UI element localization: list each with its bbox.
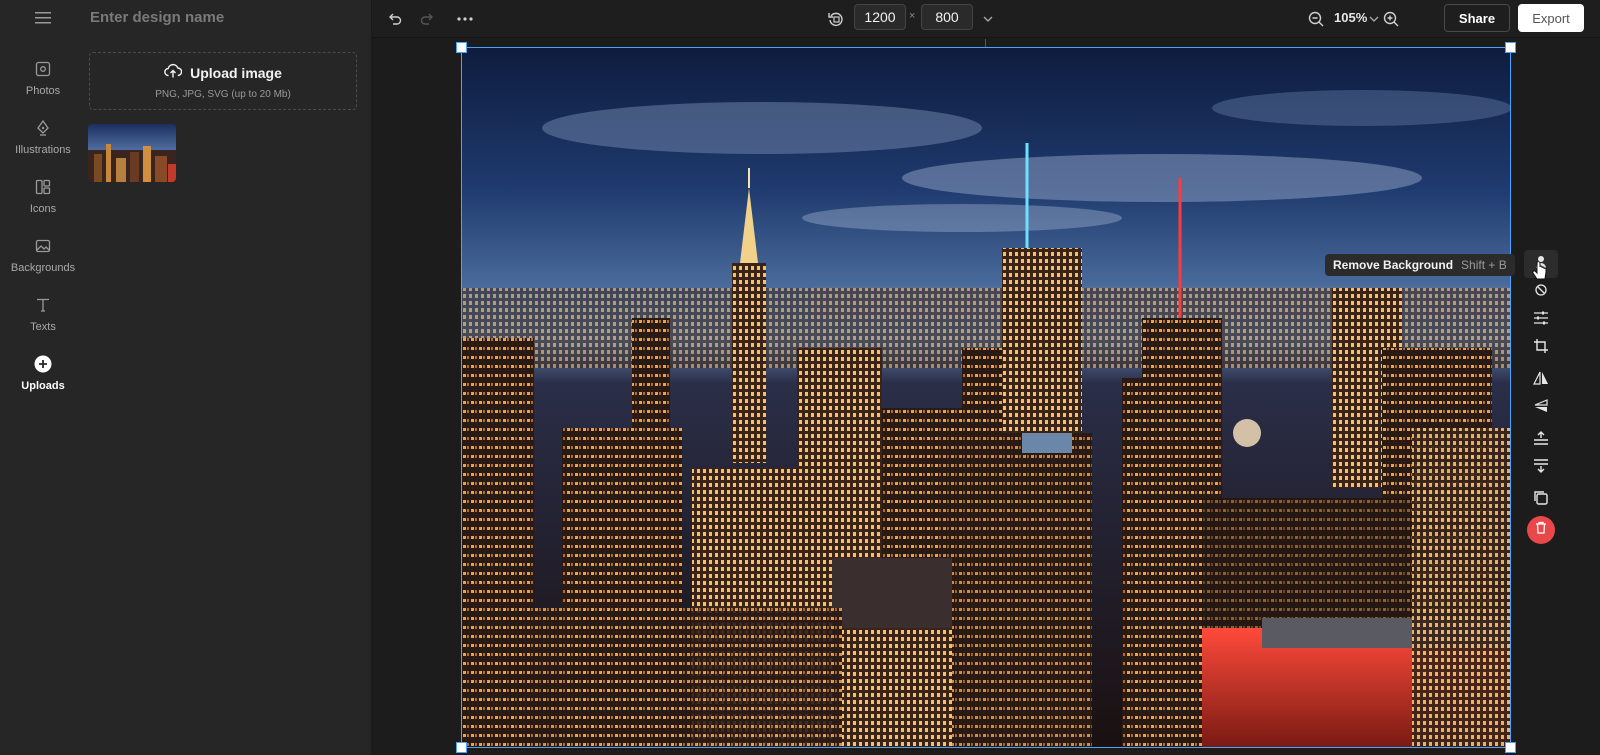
rotate-orientation-icon[interactable] bbox=[823, 6, 849, 32]
pen-nib-icon bbox=[32, 117, 54, 139]
flip-vertical-button[interactable] bbox=[1524, 394, 1558, 422]
cloud-upload-icon bbox=[164, 63, 183, 84]
flip-horizontal-icon bbox=[1533, 370, 1549, 391]
more-options-icon[interactable] bbox=[452, 6, 478, 32]
top-toolbar: × 105% Share Export bbox=[372, 0, 1600, 38]
zoom-out-icon[interactable] bbox=[1303, 6, 1329, 32]
zoom-in-icon[interactable] bbox=[1378, 6, 1404, 32]
uploads-panel: Upload image PNG, JPG, SVG (up to 20 Mb) bbox=[86, 0, 372, 755]
design-name-input[interactable] bbox=[90, 6, 360, 28]
image-icon bbox=[32, 235, 54, 257]
rail-item-backgrounds[interactable]: Backgrounds bbox=[0, 231, 86, 287]
shapes-icon bbox=[32, 176, 54, 198]
rail-item-icons[interactable]: Icons bbox=[0, 172, 86, 228]
upload-subtitle: PNG, JPG, SVG (up to 20 Mb) bbox=[155, 88, 291, 100]
crop-button[interactable] bbox=[1524, 334, 1558, 362]
resize-handle-bottom-left[interactable] bbox=[456, 742, 467, 753]
upload-title: Upload image bbox=[190, 65, 282, 81]
resize-handle-top-right[interactable] bbox=[1505, 42, 1516, 53]
rail-item-label: Illustrations bbox=[15, 144, 71, 156]
dimension-separator: × bbox=[909, 10, 916, 22]
rail-item-photos[interactable]: Photos bbox=[0, 54, 86, 110]
canvas-workspace bbox=[372, 39, 1600, 755]
hamburger-menu-icon[interactable] bbox=[33, 8, 53, 28]
center-guide-line bbox=[985, 39, 986, 47]
bring-forward-button[interactable] bbox=[1524, 426, 1558, 454]
photo-icon bbox=[32, 58, 54, 80]
hand-pointer-cursor-icon bbox=[1532, 261, 1548, 287]
tooltip-shortcut: Shift + B bbox=[1461, 258, 1507, 272]
canvas-height-input[interactable] bbox=[921, 4, 973, 30]
undo-icon[interactable] bbox=[382, 6, 408, 32]
rail-item-illustrations[interactable]: Illustrations bbox=[0, 113, 86, 169]
trash-icon bbox=[1535, 521, 1547, 539]
city-night-image[interactable] bbox=[462, 48, 1510, 747]
rail-item-label: Icons bbox=[29, 203, 57, 215]
rail-item-label: Photos bbox=[25, 85, 61, 97]
sliders-icon bbox=[1533, 311, 1549, 330]
adjustments-button[interactable] bbox=[1524, 306, 1558, 334]
resize-handle-bottom-right[interactable] bbox=[1505, 742, 1516, 753]
left-rail: Photos Illustrations Icons Backgrounds T bbox=[0, 0, 86, 755]
delete-circle bbox=[1527, 516, 1555, 544]
size-presets-chevron-down-icon[interactable] bbox=[975, 6, 1001, 32]
flip-vertical-icon bbox=[1533, 398, 1549, 419]
duplicate-icon bbox=[1533, 490, 1549, 511]
rail-item-label: Uploads bbox=[21, 380, 65, 392]
duplicate-button[interactable] bbox=[1524, 486, 1558, 514]
rail-item-texts[interactable]: Texts bbox=[0, 290, 86, 346]
resize-handle-top-left[interactable] bbox=[456, 42, 467, 53]
remove-background-tooltip: Remove Background Shift + B bbox=[1325, 254, 1515, 276]
plus-circle-icon bbox=[32, 353, 54, 375]
crop-icon bbox=[1533, 338, 1549, 359]
delete-button[interactable] bbox=[1524, 516, 1558, 544]
send-backward-icon bbox=[1533, 458, 1549, 479]
send-backward-button[interactable] bbox=[1524, 454, 1558, 482]
uploaded-image-thumbnail[interactable] bbox=[88, 124, 176, 182]
rail-item-label: Backgrounds bbox=[10, 262, 76, 274]
flip-horizontal-button[interactable] bbox=[1524, 366, 1558, 394]
rail-item-label: Texts bbox=[30, 321, 56, 333]
rail-item-uploads[interactable]: Uploads bbox=[0, 349, 86, 405]
share-button[interactable]: Share bbox=[1444, 4, 1510, 32]
bring-forward-icon bbox=[1533, 430, 1549, 451]
editor-app: Photos Illustrations Icons Backgrounds T bbox=[0, 0, 1600, 755]
text-icon bbox=[32, 294, 54, 316]
tooltip-label: Remove Background bbox=[1333, 258, 1454, 272]
export-button[interactable]: Export bbox=[1518, 4, 1584, 32]
canvas-width-input[interactable] bbox=[854, 4, 906, 30]
redo-icon[interactable] bbox=[414, 6, 440, 32]
upload-image-dropzone[interactable]: Upload image PNG, JPG, SVG (up to 20 Mb) bbox=[89, 52, 357, 110]
